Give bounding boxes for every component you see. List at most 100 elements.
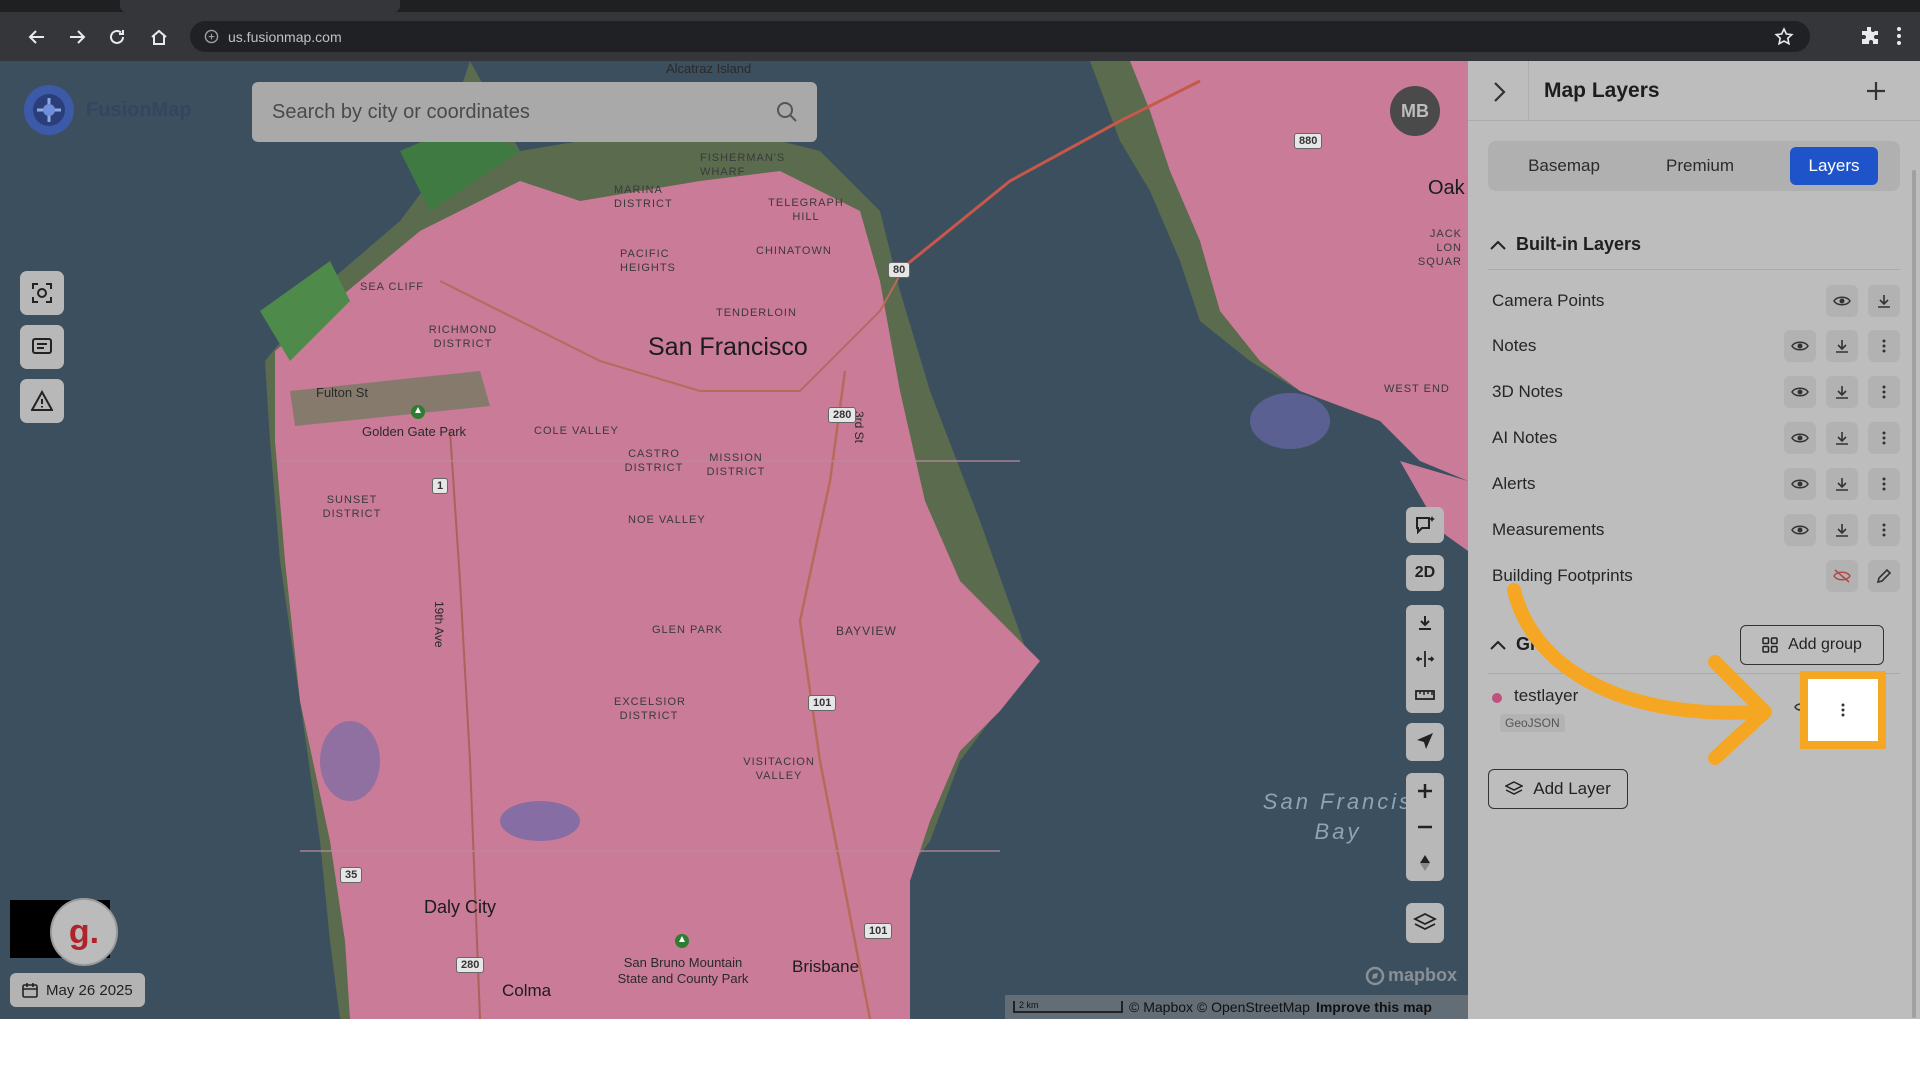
map-label-oakland: Oak xyxy=(1428,177,1465,199)
locate-me-button[interactable] xyxy=(1406,723,1444,761)
more-options-button[interactable] xyxy=(1868,514,1900,546)
browser-active-tab[interactable] xyxy=(120,0,400,12)
grammarly-widget[interactable]: g. xyxy=(10,898,118,966)
highway-shield-i280: 280 xyxy=(828,407,857,423)
search-icon[interactable] xyxy=(775,100,799,124)
more-vertical-icon xyxy=(1841,703,1845,717)
testlayer-more-options-button[interactable] xyxy=(1808,679,1878,741)
attribution-copyright[interactable]: © Mapbox © OpenStreetMap xyxy=(1129,999,1310,1015)
map-label-sunset: SUNSET DISTRICT xyxy=(322,494,382,520)
home-icon[interactable] xyxy=(146,24,172,50)
minus-icon xyxy=(1418,825,1432,829)
more-options-button[interactable] xyxy=(1868,330,1900,362)
download-map-button[interactable] xyxy=(1406,605,1444,641)
alerts-tool-button[interactable] xyxy=(20,379,64,423)
map-label-19th-ave: 19th Ave xyxy=(432,601,446,648)
toggle-visibility-button[interactable] xyxy=(1784,330,1816,362)
edit-layer-button[interactable] xyxy=(1868,560,1900,592)
view-mode-toggle[interactable]: 2D xyxy=(1406,555,1444,591)
download-layer-button[interactable] xyxy=(1826,514,1858,546)
add-layer-button[interactable]: Add Layer xyxy=(1488,769,1628,809)
capture-tool-button[interactable] xyxy=(20,271,64,315)
map-label-west-end: WEST END xyxy=(1384,383,1450,395)
more-options-button[interactable] xyxy=(1868,376,1900,408)
map-canvas[interactable]: Alcatraz Island FISHERMAN'S WHARF MARINA… xyxy=(0,61,1468,1019)
panel-scrollbar[interactable] xyxy=(1912,170,1916,1018)
forward-icon[interactable] xyxy=(64,24,90,50)
tab-layers[interactable]: Layers xyxy=(1790,147,1878,185)
map-label-castro: CASTRO DISTRICT xyxy=(624,448,684,474)
more-vertical-icon xyxy=(1882,477,1886,491)
download-icon xyxy=(1836,386,1848,399)
toggle-visibility-button[interactable] xyxy=(1826,285,1858,317)
ai-sparkle-button[interactable] xyxy=(1406,507,1444,543)
search-input[interactable] xyxy=(272,82,752,142)
highway-shield-i80: 80 xyxy=(888,262,911,278)
toggle-visibility-button[interactable] xyxy=(1784,514,1816,546)
toggle-visibility-button[interactable] xyxy=(1784,376,1816,408)
more-vertical-icon xyxy=(1882,431,1886,445)
add-layer-header-button[interactable] xyxy=(1846,69,1906,113)
layers-toggle-button[interactable] xyxy=(1406,903,1444,943)
download-layer-button[interactable] xyxy=(1826,468,1858,500)
url-text: us.fusionmap.com xyxy=(228,29,342,45)
split-compare-button[interactable] xyxy=(1406,641,1444,677)
map-label-chinatown: CHINATOWN xyxy=(756,245,832,257)
measure-button[interactable] xyxy=(1406,677,1444,713)
download-icon xyxy=(1836,478,1848,491)
toggle-visibility-button[interactable] xyxy=(1784,468,1816,500)
download-layer-button[interactable] xyxy=(1826,422,1858,454)
map-label-visitacion: VISITACION VALLEY xyxy=(743,756,815,782)
chevron-right-icon[interactable] xyxy=(1486,79,1512,105)
zoom-in-button[interactable] xyxy=(1406,773,1444,809)
map-label-sf-bay: San Francis Bay xyxy=(1262,789,1414,844)
mapbox-logo[interactable]: mapbox xyxy=(1365,965,1457,986)
notes-tool-button[interactable] xyxy=(20,325,64,369)
download-icon xyxy=(1419,616,1431,630)
more-options-button[interactable] xyxy=(1868,468,1900,500)
layer-row-measurements: Measurements xyxy=(1492,510,1900,550)
tab-basemap[interactable]: Basemap xyxy=(1496,147,1632,185)
tab-premium[interactable]: Premium xyxy=(1632,147,1768,185)
more-options-button[interactable] xyxy=(1868,422,1900,454)
reload-icon[interactable] xyxy=(104,24,130,50)
download-layer-button[interactable] xyxy=(1826,376,1858,408)
download-icon xyxy=(1836,432,1848,445)
browser-menu-icon[interactable] xyxy=(1894,24,1904,53)
builtin-layers-header[interactable]: Built-in Layers xyxy=(1490,234,1641,255)
app-logo[interactable]: FusionMap xyxy=(20,81,192,139)
site-info-icon[interactable] xyxy=(204,29,219,44)
bookmark-star-icon[interactable] xyxy=(1774,27,1794,47)
grammarly-badge[interactable]: g. xyxy=(50,898,118,966)
address-bar[interactable]: us.fusionmap.com xyxy=(190,21,1810,52)
download-layer-button[interactable] xyxy=(1868,285,1900,317)
user-avatar[interactable]: MB xyxy=(1390,86,1440,136)
map-attribution: 2 km © Mapbox © OpenStreetMap Improve th… xyxy=(1005,995,1468,1019)
back-icon[interactable] xyxy=(24,24,50,50)
map-label-mission: MISSION DISTRICT xyxy=(706,452,766,478)
scale-bar: 2 km xyxy=(1013,1001,1123,1013)
download-layer-button[interactable] xyxy=(1826,330,1858,362)
improve-map-link[interactable]: Improve this map xyxy=(1316,999,1432,1015)
map-label-cole-valley: COLE VALLEY xyxy=(534,425,619,437)
toggle-visibility-button[interactable] xyxy=(1826,560,1858,592)
layer-row-camera-points: Camera Points xyxy=(1492,281,1900,321)
tutorial-arrow-annotation xyxy=(1507,583,1772,765)
pencil-icon xyxy=(1876,568,1892,584)
extensions-icon[interactable] xyxy=(1858,24,1882,53)
date-label: May 26 2025 xyxy=(46,981,133,999)
plus-icon xyxy=(1418,784,1432,798)
toggle-visibility-button[interactable] xyxy=(1784,422,1816,454)
map-label-golden-gate-park: Golden Gate Park xyxy=(362,424,467,439)
compass-button[interactable] xyxy=(1406,845,1444,881)
date-selector[interactable]: May 26 2025 xyxy=(10,973,145,1007)
map-label-sea-cliff: SEA CLIFF xyxy=(360,281,425,293)
warning-icon xyxy=(31,390,53,411)
park-pin-icon xyxy=(675,934,689,948)
map-label-pacific-heights: PACIFIC HEIGHTS xyxy=(620,248,676,274)
fusionmap-logo-icon xyxy=(24,85,74,135)
mapbox-logo-text: mapbox xyxy=(1388,965,1458,985)
builtin-layers-title: Built-in Layers xyxy=(1516,234,1642,254)
zoom-out-button[interactable] xyxy=(1406,809,1444,845)
search-bar[interactable] xyxy=(252,82,817,142)
